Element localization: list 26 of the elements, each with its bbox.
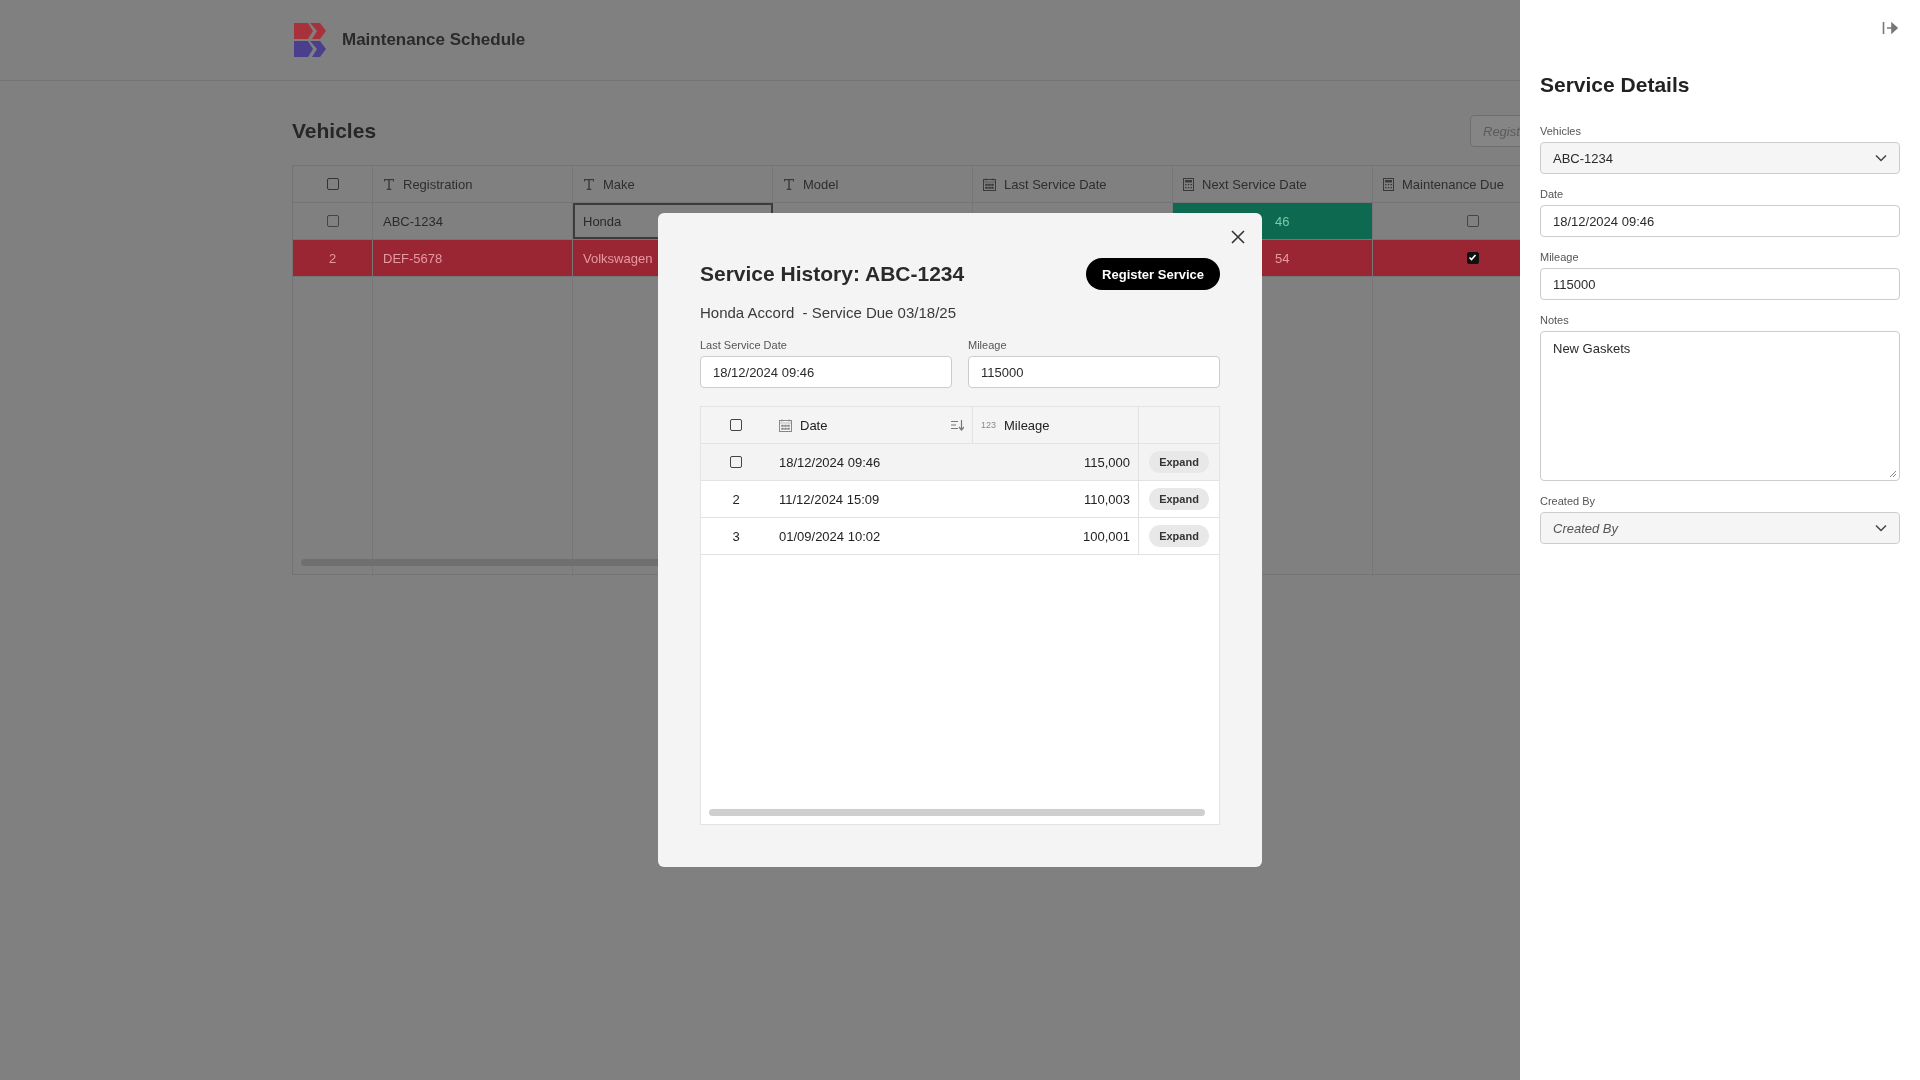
row-number: 2 (328, 250, 337, 266)
table-cell: 115,000 (1083, 454, 1130, 470)
table-cell: 18/12/2024 09:46 (779, 454, 881, 470)
table-cell: Volkswagen (583, 250, 653, 266)
field-label: Vehicles (1540, 125, 1582, 137)
number-type-icon: 123 (981, 420, 997, 430)
field-label: Mileage (1540, 251, 1580, 263)
row-number: 2 (732, 491, 740, 507)
field-label: Created By (1540, 495, 1597, 507)
dialog-title: Service History: ABC-1234 (700, 262, 965, 286)
table-cell: 54 (1275, 250, 1290, 266)
table-cell: DEF-5678 (383, 250, 443, 266)
app-title: Maintenance Schedule (342, 30, 526, 50)
dialog-subtitle: Honda Accord - Service Due 03/18/25 (700, 304, 957, 321)
table-cell: ABC-1234 (383, 213, 443, 229)
field-label: Notes (1540, 314, 1570, 326)
panel-title: Service Details (1540, 73, 1691, 97)
table-cell: 01/09/2024 10:02 (779, 528, 881, 544)
section-title: Vehicles (292, 119, 377, 143)
table-cell: 110,003 (1083, 491, 1130, 507)
field-label: Mileage (968, 339, 1008, 351)
field-label: Date (1540, 188, 1565, 200)
table-cell: 11/12/2024 15:09 (779, 491, 880, 507)
field-label: Last Service Date (700, 339, 788, 351)
row-number: 3 (732, 528, 740, 544)
table-cell: 100,001 (1083, 528, 1130, 544)
